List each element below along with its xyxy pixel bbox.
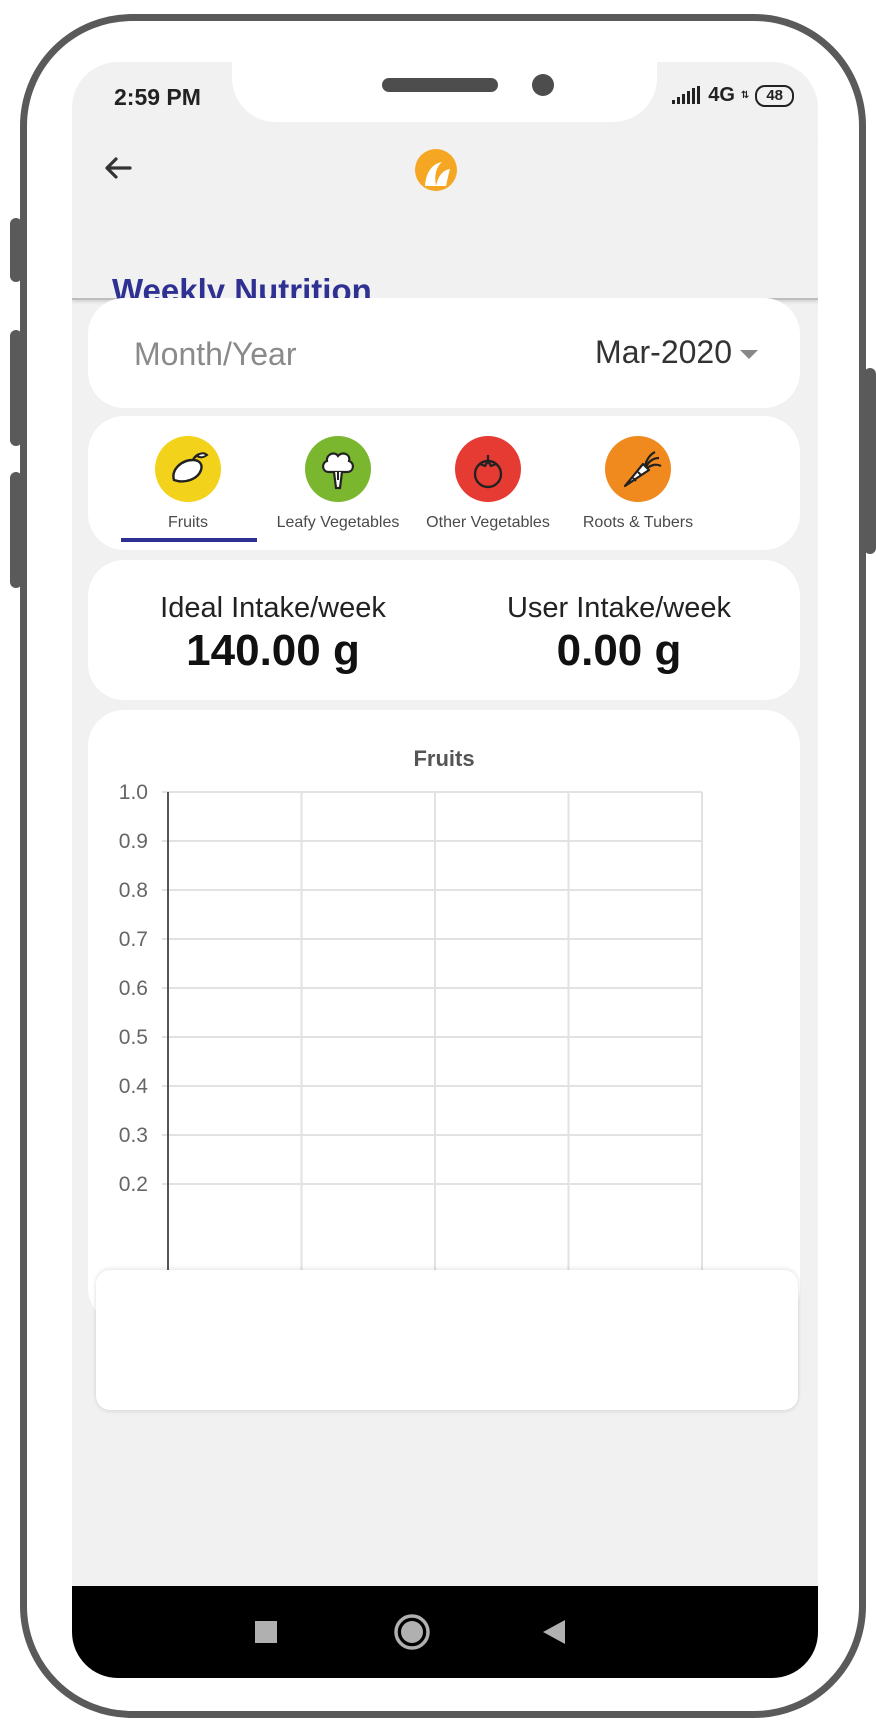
month-year-value[interactable]: Mar-2020 bbox=[595, 334, 732, 371]
intake-summary: Ideal Intake/week 140.00 g User Intake/w… bbox=[88, 560, 800, 700]
triangle-back-icon bbox=[543, 1620, 565, 1644]
square-icon bbox=[255, 1621, 277, 1643]
ideal-intake-value: 140.00 g bbox=[186, 626, 360, 675]
screen: 2:59 PM 4G ⇅ 48 Weekly Nutrition Month/Y… bbox=[72, 62, 818, 1678]
mango-icon bbox=[155, 436, 221, 502]
notch bbox=[232, 62, 657, 122]
status-icons: 4G ⇅ 48 bbox=[672, 84, 794, 107]
tab-other-vegetables[interactable]: Other Vegetables bbox=[406, 416, 570, 546]
power-button bbox=[864, 368, 876, 554]
dropdown-caret-icon[interactable] bbox=[740, 350, 758, 359]
data-arrows-icon: ⇅ bbox=[740, 90, 750, 101]
overlay-panel bbox=[96, 1270, 798, 1410]
y-tick-label: 0.5 bbox=[119, 1026, 148, 1049]
user-intake-label: User Intake/week bbox=[506, 592, 732, 624]
side-button bbox=[10, 218, 22, 282]
tab-label: Leafy Vegetables bbox=[276, 514, 400, 531]
user-intake-value: 0.00 g bbox=[556, 626, 682, 675]
category-tabs: Fruits Leafy Vegetables Other Vegetables… bbox=[88, 416, 800, 550]
tab-label: Other Vegetables bbox=[426, 514, 550, 531]
system-navigation-bar bbox=[72, 1586, 818, 1678]
volume-up-button bbox=[10, 330, 22, 446]
broccoli-icon bbox=[305, 436, 371, 502]
y-tick-label: 0.8 bbox=[119, 879, 148, 902]
home-button[interactable] bbox=[386, 1606, 438, 1658]
chart-card: Fruits 1.00.90.80.70.60.50.40.30.208 Mar… bbox=[88, 710, 800, 1324]
tab-fruits[interactable]: Fruits bbox=[106, 416, 270, 546]
y-tick-label: 0.3 bbox=[119, 1124, 148, 1147]
y-tick-label: 0.9 bbox=[119, 830, 148, 853]
ideal-intake-label: Ideal Intake/week bbox=[160, 592, 386, 624]
back-arrow-icon[interactable] bbox=[98, 148, 138, 188]
tomato-icon bbox=[455, 436, 521, 502]
battery-icon: 48 bbox=[755, 84, 794, 107]
intake-chart: 1.00.90.80.70.60.50.40.30.208 Mar15 Mar2… bbox=[119, 781, 733, 1319]
back-nav-button[interactable] bbox=[528, 1606, 580, 1658]
front-camera bbox=[532, 74, 554, 96]
tab-leafy-vegetables[interactable]: Leafy Vegetables bbox=[256, 416, 420, 546]
signal-icon bbox=[672, 85, 701, 104]
selected-tab-indicator bbox=[121, 538, 257, 542]
app-logo-icon bbox=[415, 149, 457, 191]
circle-home-icon bbox=[394, 1614, 430, 1650]
network-type: 4G bbox=[708, 84, 735, 106]
month-year-selector[interactable]: Month/Year Mar-2020 bbox=[88, 298, 800, 408]
volume-down-button bbox=[10, 472, 22, 588]
carrot-icon bbox=[605, 436, 671, 502]
y-tick-label: 1.0 bbox=[119, 781, 148, 804]
y-tick-label: 0.6 bbox=[119, 977, 148, 1000]
y-tick-label: 0.2 bbox=[119, 1173, 148, 1196]
month-year-label: Month/Year bbox=[134, 336, 297, 372]
y-tick-label: 0.4 bbox=[119, 1075, 149, 1098]
y-tick-label: 0.7 bbox=[119, 928, 148, 951]
recents-button[interactable] bbox=[240, 1606, 292, 1658]
tab-label: Roots & Tubers bbox=[582, 514, 694, 531]
tab-label: Fruits bbox=[168, 514, 208, 531]
status-time: 2:59 PM bbox=[114, 84, 201, 110]
speaker bbox=[382, 78, 498, 92]
tab-roots-tubers[interactable]: Roots & Tubers bbox=[556, 416, 720, 546]
